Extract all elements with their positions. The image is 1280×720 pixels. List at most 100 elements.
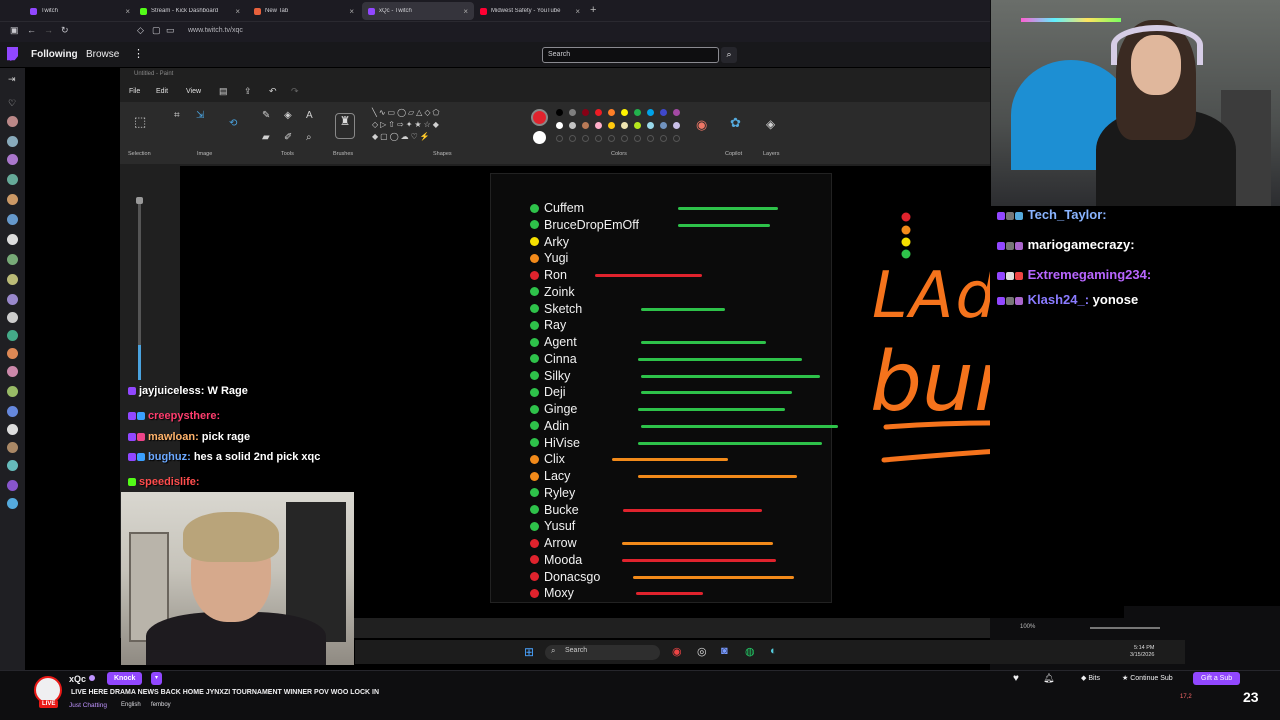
sidebar-channel-avatar[interactable] [7,154,18,165]
crop-icon[interactable]: ⌗ [174,110,180,121]
chevron-down-icon[interactable]: ▾ [151,672,162,685]
menu-view[interactable]: View [186,88,201,95]
layers-icon[interactable]: ◈ [766,117,775,131]
custom-color-slot[interactable] [634,135,641,142]
nav-following[interactable]: Following [31,49,78,60]
sidebar-channel-avatar[interactable] [7,254,18,265]
fill-icon[interactable]: ◈ [284,110,292,121]
windows-start-icon[interactable]: ⊞ [524,645,534,659]
url-field[interactable]: www.twitch.tv/xqc [188,27,243,34]
sidebar-channel-avatar[interactable] [7,116,18,127]
palette-swatch[interactable] [556,122,563,129]
copilot-icon[interactable]: ✿ [730,115,741,131]
category-link[interactable]: Just Chatting [69,702,107,709]
palette-swatch[interactable] [582,109,589,116]
chrome-icon[interactable]: ◉ [672,645,682,658]
palette-swatch[interactable] [621,122,628,129]
palette-swatch[interactable] [647,109,654,116]
tag-femboy[interactable]: femboy [151,702,171,708]
sidebar-channel-avatar[interactable] [7,348,18,359]
sidebar-channel-avatar[interactable] [7,480,18,491]
close-tab-icon[interactable]: × [235,7,240,16]
sidebar-channel-avatar[interactable] [7,234,18,245]
shapes-icon[interactable]: ◇▷⇧⇨✦★☆◆ [372,120,441,129]
palette-swatch[interactable] [569,122,576,129]
expand-sidebar-icon[interactable]: ⇥ [8,74,16,85]
search-icon[interactable]: ⌕ [721,47,737,63]
custom-color-slot[interactable] [569,135,576,142]
redo-icon[interactable]: ↷ [291,86,299,97]
sidebar-channel-avatar[interactable] [7,294,18,305]
sidebar-channel-avatar[interactable] [7,442,18,453]
forward-arrow-icon[interactable]: → [44,25,53,35]
image-rotate-icon[interactable]: ⟲ [229,118,237,129]
custom-color-slot[interactable] [608,135,615,142]
color-palette[interactable] [556,109,686,145]
sidebar-channel-avatar[interactable] [7,498,18,509]
palette-swatch[interactable] [608,122,615,129]
shapes-icon[interactable]: ╲∿▭◯▱△◇⬠ [372,108,441,117]
sidebar-channel-avatar[interactable] [7,214,18,225]
shapes-icon[interactable]: ◆▢◯☁♡⚡ [372,132,432,141]
shield-icon[interactable]: ◇ [137,25,144,36]
close-tab-icon[interactable]: × [575,7,580,16]
spotify-icon[interactable]: ◍ [745,645,755,658]
sidebar-channel-avatar[interactable] [7,174,18,185]
sidebar-channel-avatar[interactable] [7,274,18,285]
bits-button[interactable]: ◆ Bits [1081,672,1100,685]
sidebar-channel-avatar[interactable] [7,424,18,435]
palette-swatch[interactable] [634,109,641,116]
close-tab-icon[interactable]: × [125,7,130,16]
custom-color-slot[interactable] [647,135,654,142]
palette-swatch[interactable] [634,122,641,129]
pencil-icon[interactable]: ✎ [262,110,270,121]
palette-swatch[interactable] [569,109,576,116]
palette-swatch[interactable] [556,109,563,116]
palette-swatch[interactable] [660,122,667,129]
tab-youtube[interactable]: Midwest Safety - YouTube × [474,2,586,20]
reload-icon[interactable]: ↻ [61,25,69,36]
heart-icon[interactable]: ♥ [1013,672,1019,685]
palette-swatch[interactable] [595,122,602,129]
tab-xqc-twitch[interactable]: xQc - Twitch × [362,2,474,20]
custom-color-slot[interactable] [556,135,563,142]
back-arrow-icon[interactable]: ← [27,25,36,35]
eraser-icon[interactable]: ▰ [262,132,270,143]
sidebar-channel-avatar[interactable] [7,136,18,147]
paint-zoom-level[interactable]: 100% [1020,624,1035,630]
zoom-slider[interactable] [1090,627,1160,629]
magnifier-icon[interactable]: ⌕ [306,132,312,143]
text-icon[interactable]: A [306,110,313,121]
menu-edit[interactable]: Edit [156,88,168,95]
custom-color-slot[interactable] [595,135,602,142]
knock-button[interactable]: Knock [107,672,143,685]
undo-icon[interactable]: ↶ [269,86,277,97]
new-tab-button[interactable]: + [590,4,596,16]
menu-file[interactable]: File [129,88,140,95]
close-tab-icon[interactable]: × [349,7,354,16]
share-icon[interactable]: ⇪ [244,86,252,97]
resize-icon[interactable]: ⇲ [196,110,204,121]
color1-swatch[interactable] [531,109,548,126]
search-input[interactable]: Search [542,47,719,63]
tab-new-tab[interactable]: New Tab × [248,2,360,20]
palette-swatch[interactable] [647,122,654,129]
close-tab-icon[interactable]: × [463,7,468,16]
custom-color-slot[interactable] [660,135,667,142]
selection-icon[interactable]: ⬚ [134,114,146,130]
color2-swatch[interactable] [533,131,546,144]
more-menu-icon[interactable]: ⋮ [133,47,144,60]
palette-swatch[interactable] [673,109,680,116]
palette-swatch[interactable] [582,122,589,129]
palette-swatch[interactable] [673,122,680,129]
palette-swatch[interactable] [621,109,628,116]
custom-color-slot[interactable] [582,135,589,142]
sidebar-channel-avatar[interactable] [7,312,18,323]
color-picker-icon[interactable]: ✐ [284,132,292,143]
sidebar-channel-avatar[interactable] [7,386,18,397]
custom-color-slot[interactable] [621,135,628,142]
brush-size-handle[interactable] [136,197,143,204]
sidebar-channel-avatar[interactable] [7,460,18,471]
save-icon[interactable]: ▤ [219,86,228,97]
brushes-icon[interactable]: ♜ [335,113,355,139]
